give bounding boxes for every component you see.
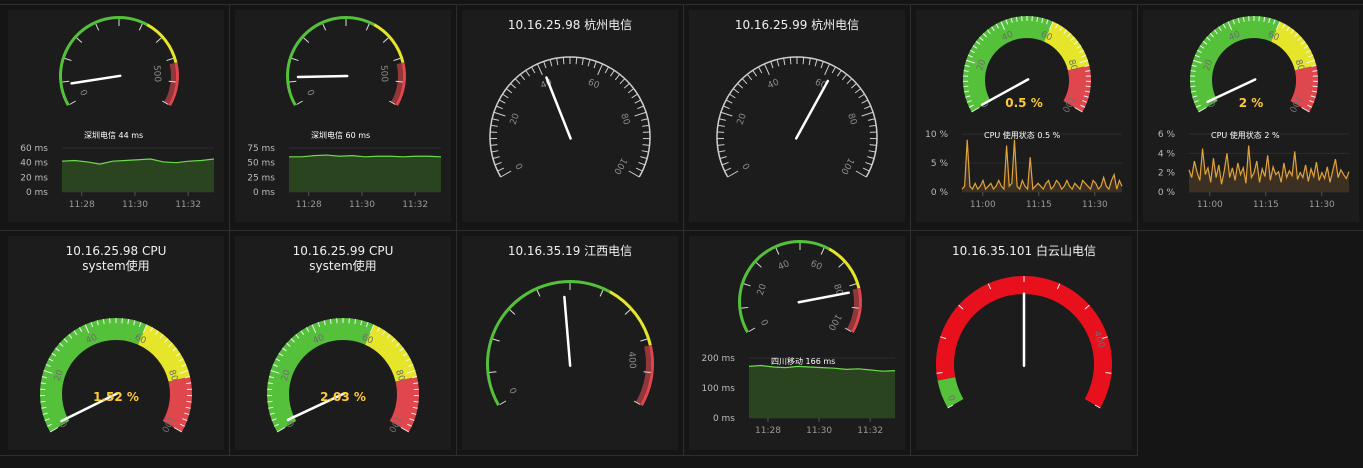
chart-y-tick: 25 ms (247, 173, 275, 183)
chart-y-tick: 40 ms (20, 159, 48, 169)
chart-x-tick: 11:15 (1253, 200, 1279, 210)
gauge-value: 0.5 % (1005, 96, 1042, 110)
chart-x-tick: 11:30 (349, 200, 375, 210)
chart-x-tick: 11:15 (1026, 200, 1052, 210)
panel-p3[interactable]: 10.16.25.98 杭州电信02040 6080100 (462, 10, 678, 222)
panel-p6[interactable]: 02040 60801002 %6 %4 %2 %0 %11:00 11:15 11:… (1143, 10, 1359, 222)
chart-y-tick: 75 ms (247, 144, 275, 154)
panel-background (462, 236, 678, 450)
panel-background (462, 10, 678, 222)
chart-x-tick: 11:00 (1197, 200, 1223, 210)
chart-area-fill (62, 159, 214, 192)
panel-p10[interactable]: 02040 6080100200 ms100 ms0 ms11:28 11:30 11… (689, 236, 905, 450)
chart-y-tick: 4 % (1158, 149, 1176, 159)
chart-y-tick: 0 % (1158, 188, 1176, 198)
panel-title: system使用 (82, 258, 149, 273)
panel-p7[interactable]: 10.16.25.98 CPUsystem使用02040 60801001.52 … (8, 236, 224, 450)
gauge-tick (575, 57, 578, 65)
panel-title: system使用 (309, 258, 376, 273)
chart-y-tick: 5 % (931, 159, 949, 169)
chart-legend: CPU 使用状态 2 % (1211, 130, 1280, 140)
gauge-tick (413, 400, 419, 403)
chart-y-tick: 0 ms (253, 188, 275, 198)
chart-x-tick: 11:28 (755, 426, 781, 436)
chart-area-fill (289, 155, 441, 192)
panel-title: 10.16.25.98 杭州电信 (508, 17, 632, 32)
chart-y-tick: 2 % (1158, 169, 1176, 179)
chart-y-tick: 60 ms (20, 144, 48, 154)
panel-title: 10.16.35.101 白云山电信 (952, 243, 1096, 258)
panel-p4[interactable]: 10.16.25.99 杭州电信02040 6080100 (689, 10, 905, 222)
chart-y-tick: 50 ms (247, 159, 275, 169)
panel-p8[interactable]: 10.16.25.99 CPUsystem使用02040 60801002.03 … (235, 236, 451, 450)
gauge-tick (186, 400, 192, 403)
grid-line (0, 455, 1138, 456)
chart-y-tick: 100 ms (702, 384, 736, 394)
chart-legend: 深圳电信 60 ms (311, 130, 370, 140)
gauge-tick (802, 57, 805, 65)
panel-background (689, 10, 905, 222)
chart-y-tick: 0 ms (713, 414, 735, 424)
panel-title: 10.16.35.19 江西电信 (508, 244, 632, 258)
grid-line (229, 4, 230, 455)
gauge-tick (1085, 85, 1091, 88)
panel-p1[interactable]: 050060 ms40 ms20 ms0 ms11:28 11:30 11:32深圳… (8, 10, 224, 222)
chart-area-fill (749, 365, 895, 418)
panel-title: 10.16.25.98 CPU (66, 244, 167, 258)
grid-line (0, 230, 1363, 231)
chart-legend: CPU 使用状态 0.5 % (984, 130, 1061, 140)
gauge-tick (267, 400, 273, 403)
chart-y-tick: 6 % (1158, 130, 1176, 140)
chart-y-tick: 200 ms (702, 354, 736, 364)
chart-y-tick: 20 ms (20, 173, 48, 183)
gauge-tick (1190, 85, 1196, 88)
gauge-label: 500 (378, 65, 389, 83)
panel-p5[interactable]: 0204060801000.5 %10 %5 %0 %11:0011:1511:… (916, 10, 1132, 222)
chart-x-tick: 11:32 (402, 200, 428, 210)
grid-line (683, 4, 684, 455)
gauge-tick (40, 400, 46, 403)
chart-y-tick: 10 % (925, 130, 948, 140)
panel-title: 10.16.25.99 CPU (293, 244, 394, 258)
gauge-label: 500 (151, 65, 162, 83)
chart-legend: 深圳电信 44 ms (84, 130, 143, 140)
gauge-needle (296, 74, 349, 79)
grid-line (910, 4, 911, 455)
chart-legend: 四川移动 166 ms (771, 356, 835, 366)
chart-x-tick: 11:32 (857, 426, 883, 436)
grid-line (0, 4, 1363, 5)
chart-y-tick: 0 % (931, 188, 949, 198)
panel-p9[interactable]: 10.16.35.19 江西电信0400 (462, 236, 678, 450)
chart-x-tick: 11:00 (970, 200, 996, 210)
grid-line (456, 4, 457, 455)
gauge-tick (562, 57, 565, 65)
chart-x-tick: 11:28 (296, 200, 322, 210)
chart-x-tick: 11:30 (1082, 200, 1108, 210)
gauge-tick (936, 372, 943, 374)
gauge-value: 2.03 % (320, 390, 366, 404)
grid-line (1137, 4, 1138, 455)
gauge-tick (1105, 372, 1112, 374)
chart-x-tick: 11:32 (175, 200, 201, 210)
chart-x-tick: 11:30 (122, 200, 148, 210)
gauge-value: 2 % (1239, 96, 1264, 110)
dashboard-grid: 0 500 60 ms 40 ms 20 ms 0 ms 11:28 11:30 11:32 深圳… (0, 0, 1363, 468)
panel-title: 10.16.25.99 杭州电信 (735, 17, 859, 32)
gauge-tick (963, 85, 969, 88)
gauge-tick (789, 57, 792, 65)
chart-x-tick: 11:30 (806, 426, 832, 436)
panel-p2[interactable]: 050075 ms50 ms25 ms0 ms11:28 11:30 11:32深圳… (235, 10, 451, 222)
gauge-value: 1.52 % (93, 390, 139, 404)
gauge-label: 400 (626, 351, 637, 369)
gauge-tick (1312, 85, 1318, 88)
chart-x-tick: 11:30 (1309, 200, 1335, 210)
chart-y-tick: 0 ms (26, 188, 48, 198)
panel-p11[interactable]: 10.16.35.101 白云山电信0400 (916, 236, 1132, 450)
chart-x-tick: 11:28 (69, 200, 95, 210)
